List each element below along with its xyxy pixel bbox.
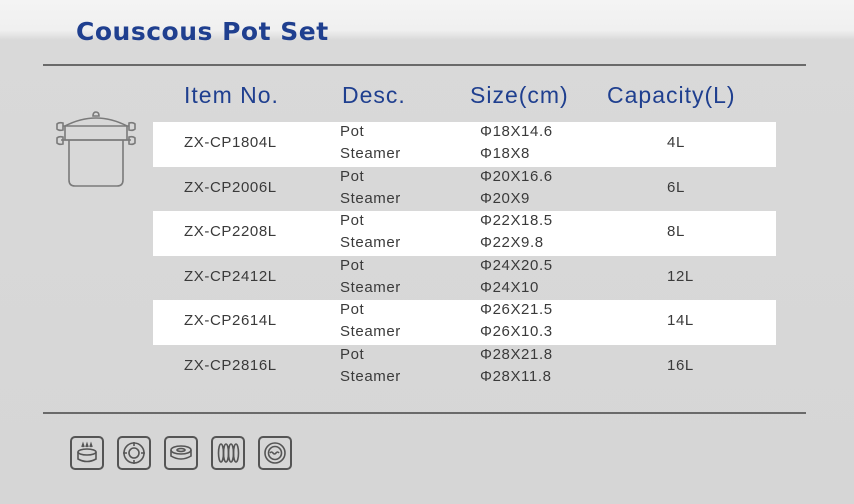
capacity: 4L — [667, 134, 685, 151]
header-capacity: Capacity(L) — [607, 82, 736, 108]
desc-steamer: Steamer — [340, 278, 401, 296]
table-row: ZX-CP2006L Pot Steamer Φ20X16.6 Φ20X9 6L — [153, 167, 776, 212]
desc-steamer: Steamer — [340, 367, 401, 385]
couscous-pot-icon — [56, 111, 136, 187]
halogen-icon — [211, 436, 245, 470]
table-row: ZX-CP1804L Pot Steamer Φ18X14.6 Φ18X8 4L — [153, 122, 776, 167]
desc-steamer: Steamer — [340, 234, 401, 252]
desc-pot: Pot — [340, 167, 365, 185]
desc-steamer: Steamer — [340, 145, 401, 162]
desc-pot: Pot — [340, 212, 365, 230]
desc-pot: Pot — [340, 301, 365, 319]
item-number: ZX-CP1804L — [184, 134, 277, 151]
capacity: 6L — [667, 178, 685, 196]
size-pot: Φ18X14.6 — [480, 123, 553, 140]
size-pot: Φ24X20.5 — [480, 256, 553, 274]
bottom-divider — [43, 412, 806, 414]
item-number: ZX-CP2816L — [184, 356, 277, 374]
item-number: ZX-CP2208L — [184, 223, 277, 241]
electric-hob-icon — [117, 436, 151, 470]
size-steamer: Φ20X9 — [480, 189, 530, 207]
capacity: 8L — [667, 223, 685, 241]
size-pot: Φ20X16.6 — [480, 167, 553, 185]
desc-pot: Pot — [340, 345, 365, 363]
desc-steamer: Steamer — [340, 189, 401, 207]
capacity: 14L — [667, 312, 694, 330]
size-pot: Φ28X21.8 — [480, 345, 553, 363]
desc-steamer: Steamer — [340, 323, 401, 341]
size-steamer: Φ26X10.3 — [480, 323, 553, 341]
size-pot: Φ26X21.5 — [480, 301, 553, 319]
header-desc: Desc. — [342, 82, 406, 108]
gas-stove-icon — [70, 436, 104, 470]
table-row: ZX-CP2208L Pot Steamer Φ22X18.5 Φ22X9.8 … — [153, 211, 776, 256]
desc-pot: Pot — [340, 256, 365, 274]
size-steamer: Φ22X9.8 — [480, 234, 544, 252]
capacity: 16L — [667, 356, 694, 374]
cooktop-icons — [70, 436, 292, 470]
size-steamer: Φ18X8 — [480, 145, 530, 162]
item-number: ZX-CP2614L — [184, 312, 277, 330]
page-title: Couscous Pot Set — [76, 17, 329, 46]
capacity: 12L — [667, 267, 694, 285]
product-table: ZX-CP1804L Pot Steamer Φ18X14.6 Φ18X8 4L… — [153, 122, 776, 390]
induction-icon — [258, 436, 292, 470]
size-pot: Φ22X18.5 — [480, 212, 553, 230]
desc-pot: Pot — [340, 123, 365, 140]
top-divider — [43, 64, 806, 66]
item-number: ZX-CP2412L — [184, 267, 277, 285]
ceramic-hob-icon — [164, 436, 198, 470]
table-row: ZX-CP2412L Pot Steamer Φ24X20.5 Φ24X10 1… — [153, 256, 776, 301]
size-steamer: Φ24X10 — [480, 278, 539, 296]
header-item-no: Item No. — [184, 82, 279, 108]
item-number: ZX-CP2006L — [184, 178, 277, 196]
table-row: ZX-CP2816L Pot Steamer Φ28X21.8 Φ28X11.8… — [153, 345, 776, 390]
header-size: Size(cm) — [470, 82, 569, 108]
table-row: ZX-CP2614L Pot Steamer Φ26X21.5 Φ26X10.3… — [153, 300, 776, 345]
size-steamer: Φ28X11.8 — [480, 367, 552, 385]
